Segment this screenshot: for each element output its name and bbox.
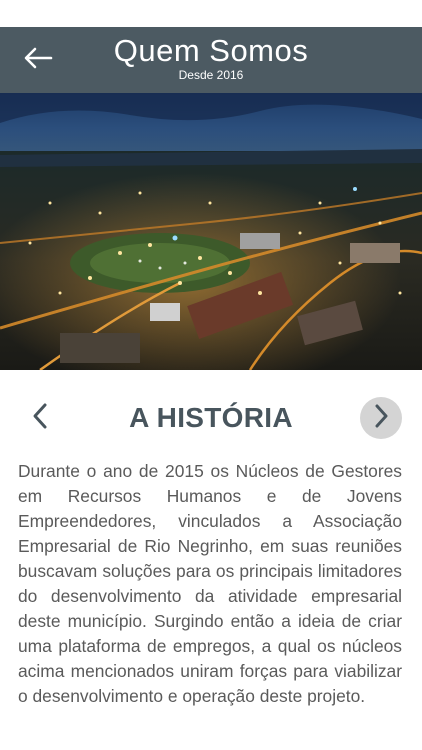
chevron-left-icon: [31, 402, 49, 435]
hero-image: [0, 93, 422, 370]
status-bar: [0, 0, 422, 27]
history-text: Durante o ano de 2015 os Núcleos de Gest…: [18, 461, 402, 706]
chevron-right-icon: [372, 403, 390, 434]
section-title: A HISTÓRIA: [129, 402, 293, 433]
section-navigation: A HISTÓRIA: [0, 394, 422, 442]
page-title: Quem Somos: [113, 33, 309, 68]
app-header: Quem Somos Desde 2016: [0, 27, 422, 93]
previous-section-button[interactable]: [20, 398, 60, 438]
page-subtitle: Desde 2016: [178, 68, 244, 82]
next-section-button[interactable]: [360, 397, 402, 439]
